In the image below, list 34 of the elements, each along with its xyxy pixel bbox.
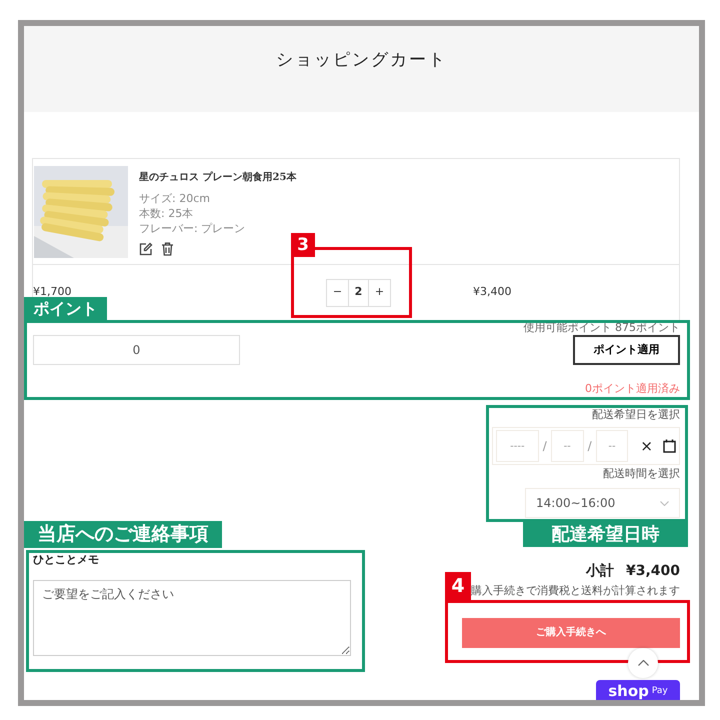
minus-button[interactable]: − [327,280,348,306]
apply-points-button[interactable]: ポイント適用 [573,335,680,365]
product-name[interactable]: 星のチュロス プレーン朝食用25本 [139,170,296,185]
unit-price: ¥1,700 [33,285,72,298]
memo-field[interactable]: ご要望をご記入ください [33,580,351,656]
time-label: 配送時間を選択 [602,468,680,480]
number-tag: 3 [291,233,315,257]
date-separator: / [542,438,547,455]
product-option: サイズ: 20cm [139,191,296,206]
number-tag: 4 [445,572,471,600]
section-label: 当店へのご連絡事項 [24,521,222,548]
time-select[interactable]: 14:00~16:00 [525,488,680,518]
chevron-down-icon [660,500,669,506]
product-option: フレーバー: プレーン [139,221,296,236]
tax-note: 購入手続きで消費税と送料が計算されます [471,583,680,599]
points-input[interactable]: 0 [33,335,240,365]
chevron-up-icon [638,660,648,666]
date-label: 配送希望日を選択 [591,409,680,421]
calendar-icon[interactable] [662,439,676,453]
edit-icon[interactable] [139,242,153,256]
quantity-value: 2 [348,280,369,306]
product-option: 本数: 25本 [139,206,296,221]
page-title: ショッピングカート [276,49,447,72]
subtotal-label: 小計 [586,562,614,581]
trash-icon[interactable] [161,242,174,256]
section-label: ポイント [24,297,107,320]
clear-button[interactable]: × [640,434,653,458]
memo-label: ひとことメモ [33,552,100,568]
subtotal-value: ¥3,400 [626,562,680,581]
plus-button[interactable]: + [369,280,390,306]
line-total: ¥3,400 [473,285,512,298]
section-label: 配達希望日時 [523,522,688,547]
applied-points: 0ポイント適用済み [584,381,680,397]
date-separator: / [588,438,592,455]
